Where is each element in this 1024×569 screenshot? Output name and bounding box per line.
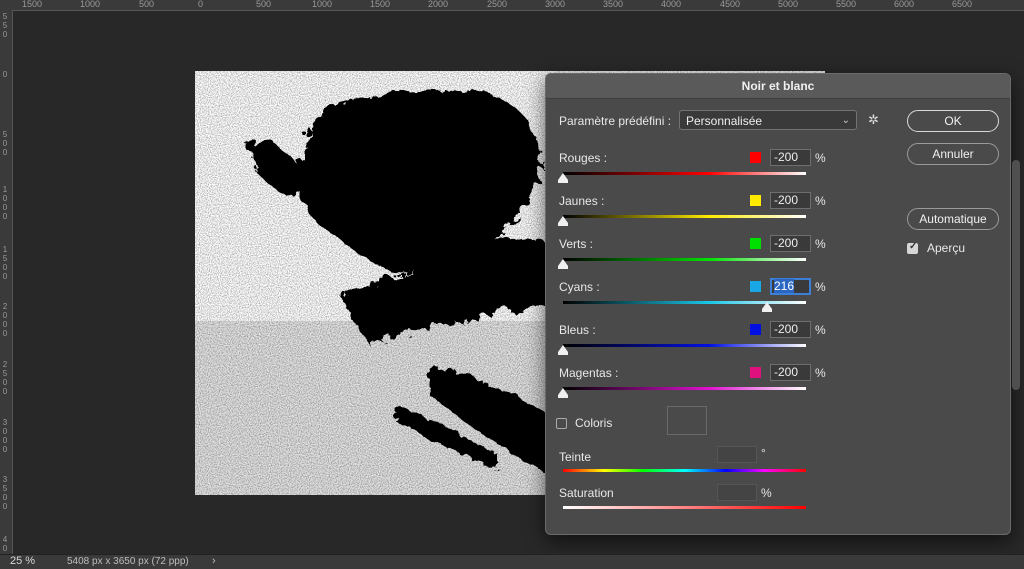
blues-value: -200 [774,322,799,336]
blues-input[interactable]: -200 [770,321,811,338]
zoom-level[interactable]: 25 % [10,555,35,567]
greens-slider-track[interactable] [563,258,806,261]
reds-label: Rouges : [559,151,608,165]
reds-input[interactable]: -200 [770,149,811,166]
yellows-swatch [750,195,761,206]
ruler-label: 500 [139,0,155,9]
ruler-label: 3 0 0 0 [2,418,8,454]
ruler-label: 5000 [778,0,799,9]
ruler-label: 1000 [80,0,101,9]
coloris-checkbox[interactable] [556,418,567,429]
reds-swatch [750,152,761,163]
saturation-label: Saturation [559,486,614,500]
percent-unit: % [815,194,826,208]
ruler-label: 4000 [661,0,682,9]
coloris-label: Coloris [575,416,613,430]
ruler-label: 3 5 0 0 [2,475,8,511]
cyans-input[interactable]: 216 [770,278,811,295]
ruler-label: 3000 [545,0,566,9]
preset-value: Personnalisée [686,114,763,128]
saturation-slider-track[interactable] [563,506,806,509]
preset-select[interactable]: Personnalisée ⌄ [679,110,857,130]
ruler-label: 4 0 0 0 [2,535,8,554]
tint-color-swatch[interactable] [667,406,707,435]
cyans-label: Cyans : [559,280,600,294]
percent-unit: % [815,237,826,251]
ruler-label: 2 5 0 0 [2,360,8,396]
ruler-label: 2500 [487,0,508,9]
magentas-slider-thumb[interactable] [558,388,568,398]
reds-value: -200 [774,150,799,164]
saturation-input[interactable] [717,484,757,501]
greens-slider-thumb[interactable] [558,259,568,269]
gear-icon[interactable]: ✲ [868,112,879,128]
cyans-value: 216 [774,279,795,293]
yellows-input[interactable]: -200 [770,192,811,209]
preview-checkbox[interactable] [907,241,918,254]
ruler-label: 5 0 0 [2,130,8,157]
cancel-button[interactable]: Annuler [907,143,999,165]
ruler-label: 6500 [952,0,973,9]
ruler-label: 2000 [428,0,449,9]
ok-button[interactable]: OK [907,110,999,132]
chevron-down-icon: ⌄ [841,115,850,126]
greens-label: Verts : [559,237,594,251]
ruler-label: 6000 [894,0,915,9]
blues-slider-track[interactable] [563,344,806,347]
dialog-title[interactable]: Noir et blanc [546,74,1010,99]
yellows-value: -200 [774,193,799,207]
degree-unit: ° [761,446,766,460]
ruler-label: 0 [198,0,204,9]
cyans-slider-thumb[interactable] [762,302,772,312]
magentas-input[interactable]: -200 [770,364,811,381]
vertical-scrollbar[interactable] [1012,160,1020,390]
ruler-label: 5500 [836,0,857,9]
status-bar: 25 % 5408 px x 3650 px (72 ppp) › [0,554,1024,569]
percent-unit: % [815,323,826,337]
ruler-label: 1 5 0 0 [2,245,8,281]
tint-slider-track[interactable] [563,469,806,472]
chevron-right-icon[interactable]: › [212,555,216,567]
reds-slider-thumb[interactable] [558,173,568,183]
blues-swatch [750,324,761,335]
blues-label: Bleus : [559,323,596,337]
ruler-label: 1000 [312,0,333,9]
percent-unit: % [761,486,772,500]
greens-input[interactable]: -200 [770,235,811,252]
tint-label: Teinte [559,450,592,464]
ruler-label: 2 0 0 0 [2,302,8,338]
ruler-label: 4500 [720,0,741,9]
ruler-label: 1500 [370,0,391,9]
horizontal-ruler: 1500 1000 500 0 500 1000 1500 2000 2500 … [0,0,1024,11]
black-and-white-dialog: Noir et blanc Paramètre prédéfini : Pers… [545,73,1011,535]
percent-unit: % [815,366,826,380]
ruler-label: 1500 [22,0,43,9]
magentas-value: -200 [774,365,799,379]
ruler-label: 3500 [603,0,624,9]
ruler-label: 1 0 0 0 [2,185,8,221]
greens-swatch [750,238,761,249]
vertical-ruler: 5 5 0 0 5 0 0 1 0 0 0 1 5 0 0 2 0 0 0 2 … [0,10,13,554]
blues-slider-thumb[interactable] [558,345,568,355]
reds-slider-track[interactable] [563,172,806,175]
preset-label: Paramètre prédéfini : [559,114,672,128]
magentas-label: Magentas : [559,366,619,380]
tint-input[interactable] [717,446,757,463]
auto-button[interactable]: Automatique [907,208,999,230]
magentas-slider-track[interactable] [563,387,806,390]
ruler-label: 500 [256,0,272,9]
yellows-slider-thumb[interactable] [558,216,568,226]
yellows-slider-track[interactable] [563,215,806,218]
cyans-swatch [750,281,761,292]
ruler-label: 5 5 0 [2,12,8,39]
magentas-swatch [750,367,761,378]
greens-value: -200 [774,236,799,250]
document-info: 5408 px x 3650 px (72 ppp) [67,556,189,567]
percent-unit: % [815,151,826,165]
ruler-label: 0 [2,70,8,79]
yellows-label: Jaunes : [559,194,605,208]
preview-label: Aperçu [927,241,966,255]
percent-unit: % [815,280,826,294]
